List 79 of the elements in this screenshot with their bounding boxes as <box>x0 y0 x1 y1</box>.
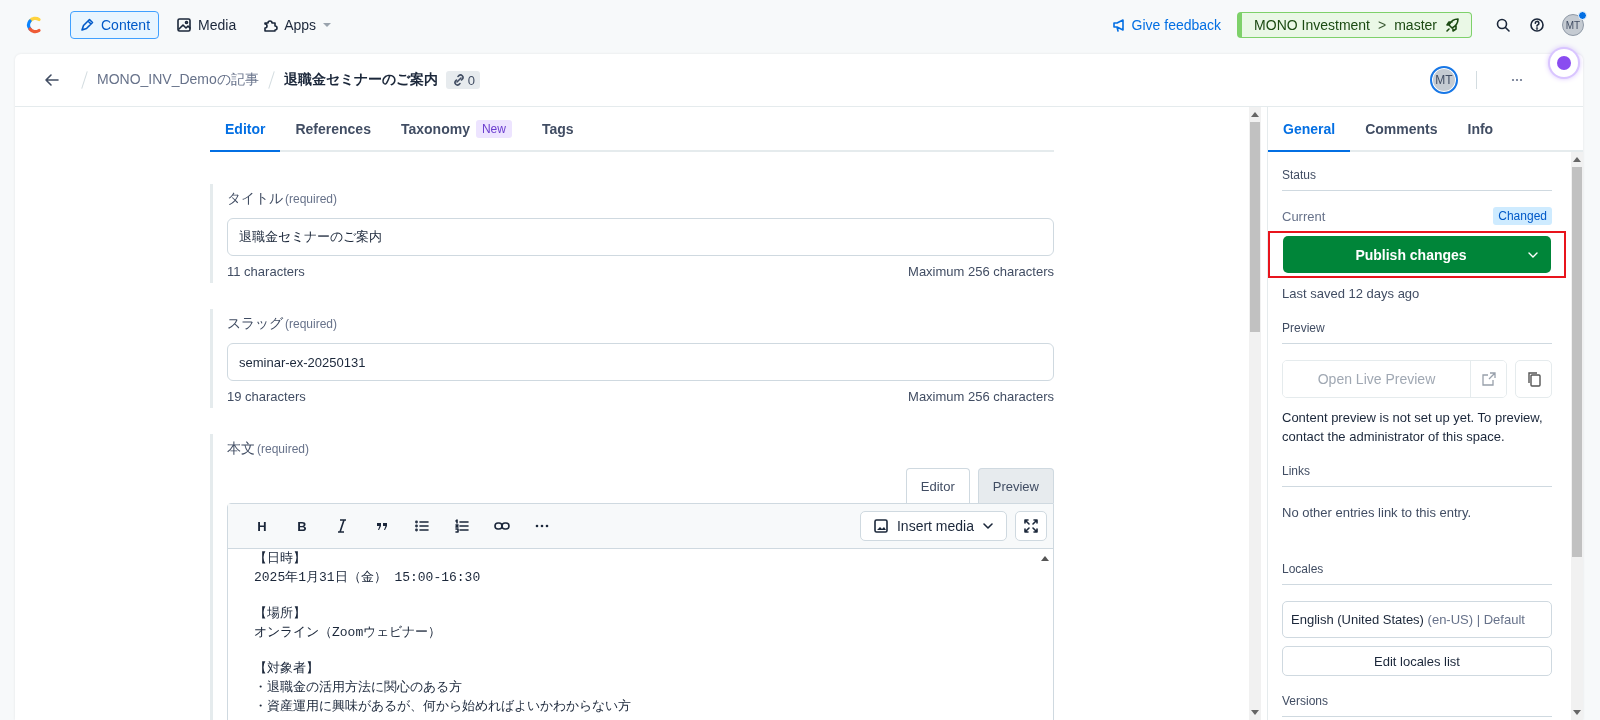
scroll-down-icon[interactable] <box>1250 709 1260 716</box>
entry-tab[interactable]: References <box>280 107 386 152</box>
section-heading: Versions <box>1282 694 1552 717</box>
field-label: 本文(required) <box>227 440 311 458</box>
locale-item: English (United States) (en-US) | Default <box>1282 601 1552 638</box>
scroll-down-icon[interactable] <box>1572 709 1582 716</box>
bullet-list-icon <box>414 518 430 534</box>
insert-media-button[interactable]: Insert media <box>859 511 1007 541</box>
character-limit: Maximum 256 characters <box>908 389 1054 404</box>
external-link-icon <box>1480 371 1497 387</box>
entry-tab[interactable]: Tags <box>526 107 589 152</box>
puzzle-icon <box>262 17 279 33</box>
markdown-editor[interactable]: 【日時】 2025年1月31日（金） 15:00-16:30 【場所】 オンライン（Zoomウェビナー） 【対象者】 ・退職金の活用方法に関心のある方 ・資産運用に興味があるが、何から始めればよいかわからない方 <box>228 549 1053 720</box>
sidebar-tab[interactable]: Comments <box>1350 107 1453 152</box>
section-heading: Links <box>1282 464 1552 487</box>
last-saved-text: Last saved 12 days ago <box>1282 285 1421 303</box>
sidebar-tab[interactable]: Info <box>1452 107 1509 152</box>
entry-title: 退職金セミナーのご案内 <box>283 71 438 89</box>
text-line: 【対象者】 <box>254 660 320 678</box>
entry-tab[interactable]: Taxonomy New <box>385 107 527 152</box>
text-field[interactable]: 退職金セミナーのご案内 <box>227 218 1054 256</box>
section-heading: Preview <box>1282 321 1552 344</box>
more-icon[interactable] <box>1511 77 1523 83</box>
field-label: タイトル(required) <box>227 190 339 208</box>
preview-note: Content preview is not set up yet. To preview, contact the administrator of this space. <box>1282 409 1544 446</box>
fullscreen-button[interactable] <box>1015 511 1047 541</box>
pen-icon <box>79 17 95 33</box>
status-badge: Changed <box>1493 207 1552 225</box>
user-avatar[interactable]: MT <box>1562 14 1584 36</box>
help-icon[interactable] <box>1529 17 1545 33</box>
edit-locales-button[interactable]: Edit locales list <box>1282 646 1552 676</box>
nav-tab[interactable]: Content <box>70 11 160 39</box>
mode-tab[interactable]: Editor <box>905 468 970 503</box>
scroll-up-icon[interactable] <box>1040 555 1050 562</box>
text-line: 【日時】 <box>254 550 307 568</box>
text-line: 2025年1月31日（金） 15:00-16:30 <box>254 569 482 587</box>
copy-icon <box>1525 371 1542 387</box>
image-icon <box>176 17 193 33</box>
scrollbar-thumb[interactable] <box>1250 122 1260 332</box>
expand-icon <box>1023 518 1039 534</box>
feedback-link[interactable]: Give feedback <box>1111 17 1222 33</box>
publish-button[interactable]: Publish changes <box>1283 236 1551 273</box>
scrollbar-thumb[interactable] <box>1572 167 1582 557</box>
scroll-up-icon[interactable] <box>1572 156 1582 163</box>
heading-button[interactable]: H <box>242 511 282 541</box>
back-arrow-icon[interactable] <box>44 72 60 88</box>
character-count: 19 characters <box>227 389 306 404</box>
text-line: オンライン（Zoomウェビナー） <box>254 624 443 642</box>
entry-tab[interactable]: Editor <box>210 107 281 152</box>
text-line: ・資産運用に興味があるが、何から始めればよいかわからない方 <box>254 698 632 716</box>
status-label: Current <box>1282 208 1326 224</box>
chevron-down-icon <box>982 520 994 532</box>
nav-tab[interactable]: Apps <box>253 11 342 39</box>
link-count-badge: 0 <box>445 71 481 89</box>
links-text: No other entries link to this entry. <box>1282 504 1473 522</box>
section-heading: Status <box>1282 168 1552 191</box>
character-count: 11 characters <box>227 264 305 279</box>
rocket-icon <box>1445 17 1461 33</box>
numbered-list-icon <box>454 518 470 534</box>
field-label: スラッグ(required) <box>227 315 339 333</box>
scroll-up-icon[interactable] <box>1250 111 1260 118</box>
bold-button[interactable]: B <box>282 511 322 541</box>
nav-tab[interactable]: Media <box>167 11 246 39</box>
image-icon <box>872 518 889 534</box>
copy-button[interactable] <box>1515 360 1552 398</box>
environment-switcher[interactable]: MONO Investment > master <box>1237 12 1472 38</box>
search-icon[interactable] <box>1495 17 1511 33</box>
text-line: ・退職金の活用方法に関心のある方 <box>254 679 463 697</box>
mode-tab[interactable]: Preview <box>977 468 1054 503</box>
character-limit: Maximum 256 characters <box>908 264 1054 279</box>
section-heading: Locales <box>1282 562 1552 585</box>
text-field[interactable]: seminar-ex-20250131 <box>227 343 1054 381</box>
megaphone-icon <box>1111 17 1127 33</box>
user-avatar[interactable]: MT <box>1430 66 1458 94</box>
recording-indicator-icon[interactable] <box>1550 49 1578 77</box>
breadcrumb-link[interactable]: MONO_INV_Demoの記事 <box>97 71 259 89</box>
new-badge: New <box>475 119 512 138</box>
text-line: 【場所】 <box>254 605 307 623</box>
logo-icon[interactable] <box>26 15 44 35</box>
